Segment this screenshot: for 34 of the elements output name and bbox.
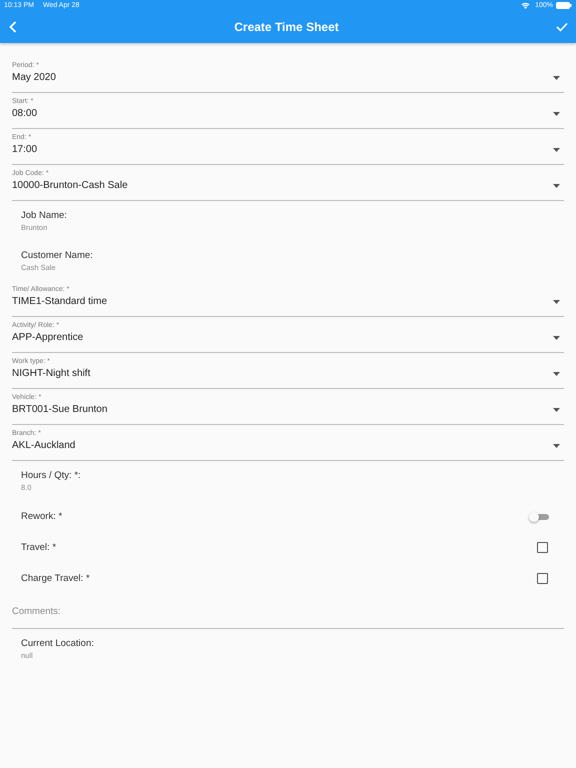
toggle-switch[interactable] [529,512,549,522]
checkbox-label: Charge Travel: * [21,572,90,584]
field-value: NIGHT-Night shift [12,367,90,381]
dropdown-arrow-icon [553,300,560,304]
dropdown-arrow-icon [553,184,560,188]
dropdown-arrow-icon [553,372,560,376]
check-icon[interactable] [556,22,568,32]
info-label: Customer Name: [21,250,93,262]
field-value: BRT001-Sue Brunton [12,403,108,417]
dropdown-arrow-icon [553,408,560,412]
dropdown-arrow-icon [553,76,560,80]
dropdown-arrow-icon [553,444,560,448]
field-value: TIME1-Standard time [12,295,108,309]
dropdown-arrow-icon [553,148,560,152]
field-value: 17:00 [12,143,38,157]
field-value: AKL-Auckland [12,439,76,453]
screen-title: Create Time Sheet [233,20,340,34]
field-value: 10000-Brunton-Cash Sale [12,179,128,193]
field-value: 08:00 [12,107,38,121]
comments-field[interactable]: Comments: [12,594,564,628]
checkbox-label: Travel: * [21,542,56,554]
switch-label: Rework: * [21,510,62,522]
dropdown-arrow-icon [553,336,560,340]
info-label: Job Name: [21,210,67,222]
battery-icon [556,2,572,9]
back-icon[interactable] [9,21,17,33]
field-value: May 2020 [12,71,56,85]
field-value: APP-Apprentice [12,331,84,345]
info-label: Hours / Qty: *: [21,470,81,482]
dropdown-arrow-icon [553,112,560,116]
checkbox[interactable] [537,573,548,584]
wifi-icon [521,2,530,9]
checkbox[interactable] [537,542,548,553]
info-label: Current Location: [21,638,94,650]
